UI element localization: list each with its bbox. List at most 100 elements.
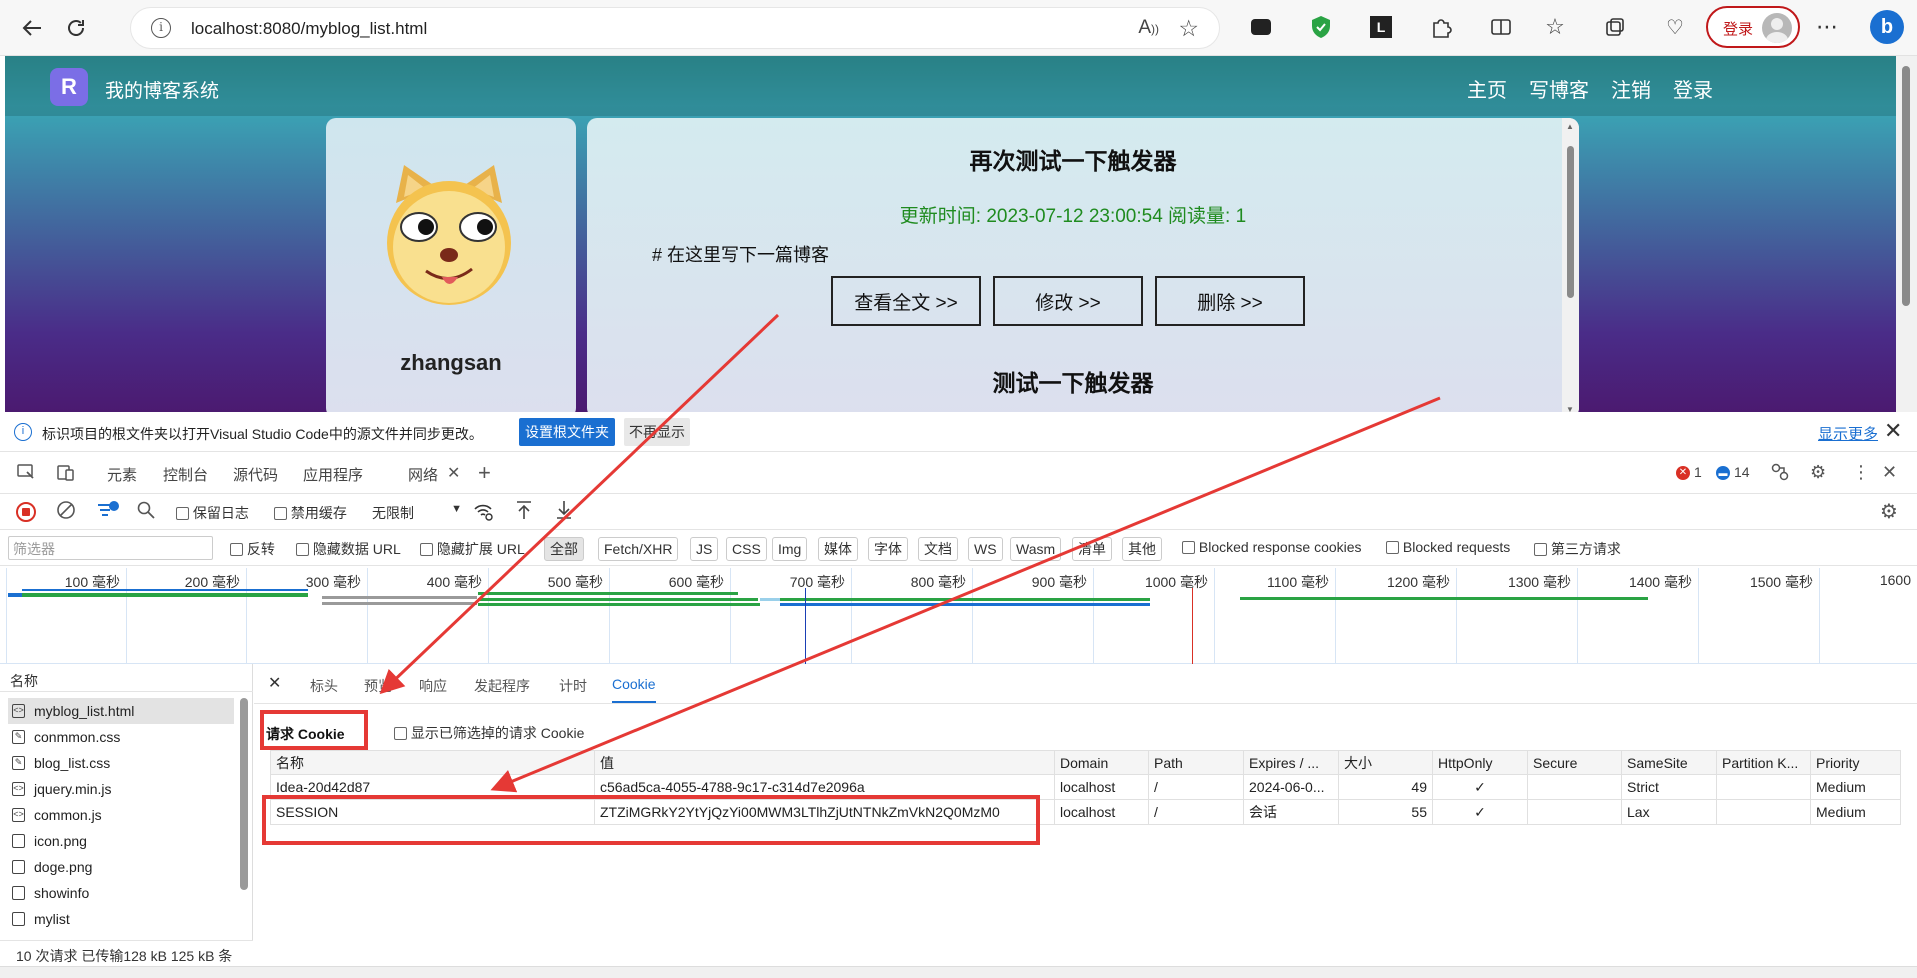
filter-type-manifest[interactable]: 清单 xyxy=(1072,537,1112,561)
hide-data-url-checkbox[interactable]: 隐藏数据 URL xyxy=(296,539,401,559)
profile-login-button[interactable]: 登录 xyxy=(1706,6,1800,48)
favorites-icon[interactable]: ☆ xyxy=(1540,12,1570,42)
column-header[interactable]: 名称 xyxy=(270,750,595,775)
preserve-log-checkbox[interactable]: 保留日志 xyxy=(176,503,249,523)
import-har-icon[interactable] xyxy=(514,499,534,525)
disable-cache-checkbox[interactable]: 禁用缓存 xyxy=(274,503,347,523)
blocked-cookies-checkbox[interactable]: Blocked response cookies xyxy=(1182,539,1362,555)
filter-type-wasm[interactable]: Wasm xyxy=(1010,537,1062,561)
filter-input[interactable]: 筛选器 xyxy=(8,536,213,560)
extension-icon[interactable] xyxy=(1246,12,1276,42)
network-timeline[interactable]: 100 毫秒 200 毫秒 300 毫秒 400 毫秒 500 毫秒 600 毫… xyxy=(0,566,1917,664)
filter-type-fetch[interactable]: Fetch/XHR xyxy=(598,537,679,561)
view-full-button[interactable]: 查看全文 >> xyxy=(831,276,981,326)
hide-ext-url-checkbox[interactable]: 隐藏扩展 URL xyxy=(420,539,525,559)
close-tab-icon[interactable]: ✕ xyxy=(447,463,460,483)
split-screen-icon[interactable] xyxy=(1486,12,1516,42)
request-item[interactable]: ✎ conmmon.css xyxy=(8,724,234,750)
request-item[interactable]: showinfo xyxy=(8,880,234,906)
site-logo[interactable]: R xyxy=(50,68,88,106)
request-list-header[interactable]: 名称 xyxy=(0,664,253,692)
search-icon[interactable] xyxy=(136,500,156,524)
url-text[interactable]: localhost:8080/myblog_list.html xyxy=(191,19,427,39)
tab-cookie[interactable]: Cookie xyxy=(612,676,656,703)
tab-elements[interactable]: 元素 xyxy=(107,464,137,485)
delete-button[interactable]: 删除 >> xyxy=(1155,276,1305,326)
column-header[interactable]: Priority xyxy=(1810,750,1901,775)
request-list-scrollbar[interactable] xyxy=(237,696,251,914)
filter-type-media[interactable]: 媒体 xyxy=(818,537,858,561)
column-header[interactable]: Secure xyxy=(1527,750,1622,775)
tab-response[interactable]: 响应 xyxy=(419,676,447,696)
request-item[interactable]: icon.png xyxy=(8,828,234,854)
filter-type-other[interactable]: 其他 xyxy=(1122,537,1162,561)
request-item[interactable]: <> jquery.min.js xyxy=(8,776,234,802)
set-root-folder-button[interactable]: 设置根文件夹 xyxy=(519,418,615,446)
request-item[interactable]: ✎ blog_list.css xyxy=(8,750,234,776)
nav-write-link[interactable]: 写博客 xyxy=(1529,74,1589,103)
tab-headers[interactable]: 标头 xyxy=(310,676,338,696)
collections-icon[interactable] xyxy=(1600,12,1630,42)
close-detail-icon[interactable]: ✕ xyxy=(268,673,281,693)
nav-home-link[interactable]: 主页 xyxy=(1467,74,1507,103)
more-menu-icon[interactable]: ⋯ xyxy=(1812,12,1842,42)
nav-logout-link[interactable]: 注销 xyxy=(1611,74,1651,103)
browser-essentials-icon[interactable]: ♡ xyxy=(1660,12,1690,42)
blocked-requests-checkbox[interactable]: Blocked requests xyxy=(1386,539,1510,555)
card-scrollbar-thumb[interactable] xyxy=(1567,146,1574,298)
puzzle-extensions-icon[interactable] xyxy=(1426,12,1456,42)
tab-timing[interactable]: 计时 xyxy=(559,676,587,696)
back-arrow-icon[interactable] xyxy=(16,12,48,44)
inspect-element-icon[interactable] xyxy=(16,462,36,487)
filter-type-ws[interactable]: WS xyxy=(968,537,1003,561)
address-bar[interactable]: i localhost:8080/myblog_list.html A)) ☆ xyxy=(130,7,1220,49)
network-settings-icon[interactable]: ⚙ xyxy=(1880,499,1898,524)
scroll-down-icon[interactable]: ▼ xyxy=(1566,405,1574,412)
column-header[interactable]: Path xyxy=(1148,750,1244,775)
throttle-select[interactable]: 无限制 ▼ xyxy=(372,503,462,523)
third-party-checkbox[interactable]: 第三方请求 xyxy=(1534,539,1621,559)
column-header[interactable]: HttpOnly xyxy=(1432,750,1528,775)
filter-type-doc[interactable]: 文档 xyxy=(918,537,958,561)
close-icon[interactable]: ✕ xyxy=(1884,418,1902,444)
read-aloud-icon[interactable]: A)) xyxy=(1138,17,1159,39)
edit-button[interactable]: 修改 >> xyxy=(993,276,1143,326)
column-header[interactable]: SameSite xyxy=(1621,750,1717,775)
record-stop-icon[interactable] xyxy=(16,502,36,522)
request-item[interactable]: doge.png xyxy=(8,854,234,880)
tab-sources[interactable]: 源代码 xyxy=(233,464,278,485)
reload-icon[interactable] xyxy=(60,12,92,44)
show-more-link[interactable]: 显示更多 xyxy=(1818,423,1878,444)
request-item[interactable]: mylist xyxy=(8,906,234,932)
column-header[interactable]: 大小 xyxy=(1338,750,1433,775)
column-header[interactable]: Domain xyxy=(1054,750,1149,775)
close-devtools-icon[interactable]: ✕ xyxy=(1882,462,1897,483)
invert-checkbox[interactable]: 反转 xyxy=(230,539,275,559)
tab-console[interactable]: 控制台 xyxy=(163,464,208,485)
favorite-star-icon[interactable]: ☆ xyxy=(1178,15,1199,42)
tab-preview[interactable]: 预览 xyxy=(364,676,392,696)
show-filtered-cookies-checkbox[interactable]: 显示已筛选掉的请求 Cookie xyxy=(394,723,584,743)
connections-icon[interactable] xyxy=(1770,462,1790,487)
error-count[interactable]: 1 xyxy=(1694,464,1702,480)
request-item[interactable]: <> common.js xyxy=(8,802,234,828)
column-header[interactable]: Partition K... xyxy=(1716,750,1811,775)
filter-type-css[interactable]: CSS xyxy=(726,537,767,561)
request-list-scrollbar-thumb[interactable] xyxy=(240,698,248,890)
card-scrollbar[interactable]: ▲ ▼ xyxy=(1562,118,1579,412)
shield-icon[interactable] xyxy=(1306,12,1336,42)
site-info-icon[interactable]: i xyxy=(151,18,171,38)
export-har-icon[interactable] xyxy=(554,499,574,525)
network-conditions-icon[interactable] xyxy=(472,500,494,526)
copilot-icon[interactable]: b xyxy=(1868,8,1906,46)
request-item[interactable]: <> myblog_list.html xyxy=(8,698,234,724)
tab-application[interactable]: 应用程序 xyxy=(303,464,363,485)
tab-network[interactable]: 网络 xyxy=(408,464,438,485)
device-toolbar-icon[interactable] xyxy=(56,462,76,487)
column-header[interactable]: 值 xyxy=(594,750,1055,775)
kebab-menu-icon[interactable]: ⋮ xyxy=(1852,462,1870,483)
page-scrollbar-thumb[interactable] xyxy=(1902,66,1910,306)
filter-type-all[interactable]: 全部 xyxy=(544,537,584,561)
nav-login-link[interactable]: 登录 xyxy=(1673,74,1713,103)
filter-icon[interactable] xyxy=(96,500,120,526)
